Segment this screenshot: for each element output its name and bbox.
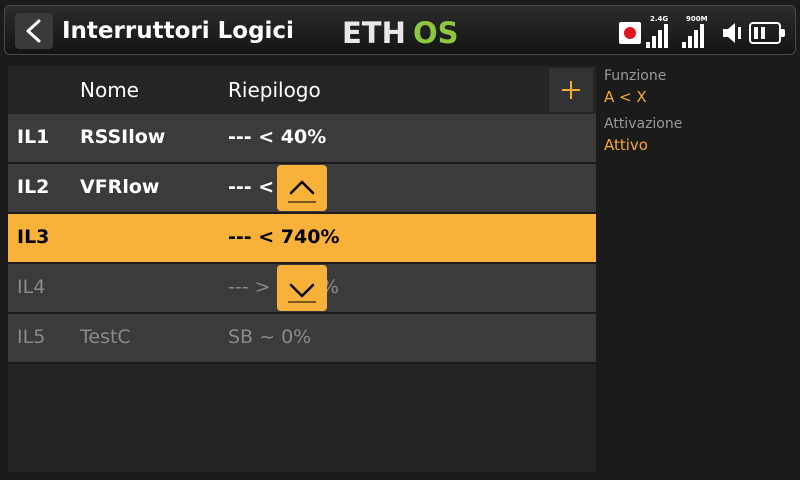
header-bar: Interruttori Logici ETH OS 2.4G 900M xyxy=(4,5,796,55)
signal-1-label: 2.4G xyxy=(650,15,669,23)
column-header-riepilogo: Riepilogo xyxy=(228,78,321,102)
list-row-il1[interactable]: IL1 RSSIlow --- < 40% xyxy=(8,114,596,164)
row-id: IL3 xyxy=(17,226,50,248)
battery-icon xyxy=(749,22,785,44)
column-header-nome: Nome xyxy=(80,78,139,102)
list-row-il3[interactable]: IL3 --- < 740% xyxy=(8,214,596,264)
chevron-down-icon xyxy=(288,283,316,303)
row-id: IL2 xyxy=(17,176,50,198)
signal-900m-icon: 900M xyxy=(682,15,708,48)
row-id: IL5 xyxy=(17,326,46,348)
ethos-logo: ETH OS xyxy=(342,18,459,46)
record-icon xyxy=(619,22,641,44)
row-summary: SB ~ 0% xyxy=(228,326,312,348)
speaker-icon xyxy=(723,23,741,43)
funzione-label: Funzione xyxy=(604,68,667,84)
screen: Interruttori Logici ETH OS 2.4G 900M Nom… xyxy=(0,0,800,480)
row-name: RSSIlow xyxy=(80,126,166,148)
chevron-left-icon xyxy=(26,19,41,43)
chevron-up-icon xyxy=(288,180,316,203)
detail-panel: Funzione A < X Attivazione Attivo xyxy=(604,66,794,162)
row-summary: --- < 740% xyxy=(228,226,340,248)
row-name: TestC xyxy=(80,326,131,348)
plus-icon xyxy=(562,81,580,99)
move-up-button[interactable] xyxy=(277,165,327,211)
move-down-button[interactable] xyxy=(277,265,327,311)
row-summary: --- < 40% xyxy=(228,126,327,148)
attivazione-label: Attivazione xyxy=(604,116,683,132)
row-name: VFRlow xyxy=(80,176,160,198)
signal-2-label: 900M xyxy=(686,15,708,23)
page-title: Interruttori Logici xyxy=(62,18,294,44)
list-row-il5[interactable]: IL5 TestC SB ~ 0% xyxy=(8,314,596,364)
attivazione-value: Attivo xyxy=(604,136,648,154)
add-button[interactable] xyxy=(549,68,593,112)
row-id: IL1 xyxy=(17,126,50,148)
row-summary: --- > xyxy=(228,276,271,298)
svg-text:OS: OS xyxy=(413,18,459,46)
list-header: Nome Riepilogo xyxy=(8,66,596,114)
row-id: IL4 xyxy=(17,276,46,298)
status-icons: 2.4G 900M xyxy=(616,15,796,50)
signal-2-4g-icon: 2.4G xyxy=(646,15,672,48)
svg-text:ETH: ETH xyxy=(342,18,406,46)
funzione-value: A < X xyxy=(604,88,647,106)
logic-switch-list: Nome Riepilogo IL1 RSSIlow --- < 40% IL2… xyxy=(8,66,596,472)
back-button[interactable] xyxy=(15,13,53,49)
